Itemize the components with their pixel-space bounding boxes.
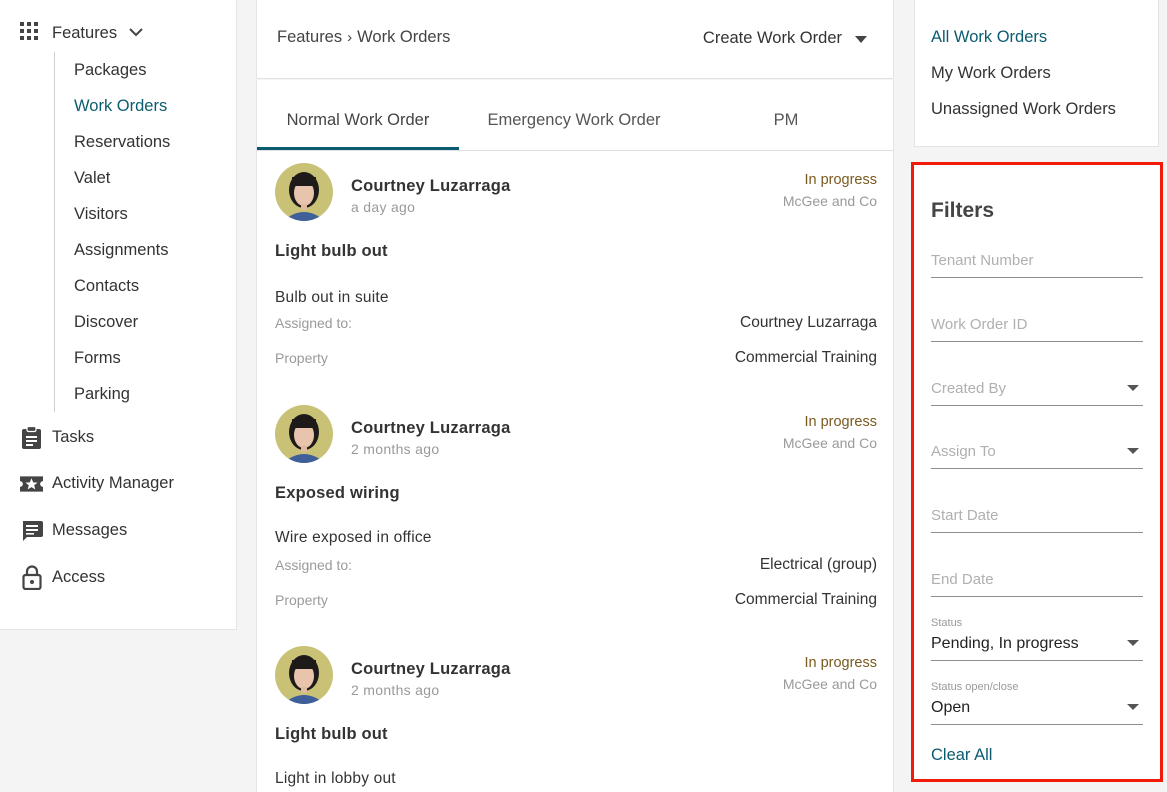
work-order-tabs: Normal Work Order Emergency Work Order P… (257, 80, 893, 151)
clear-all-button[interactable]: Clear All (931, 746, 992, 765)
grid-icon (20, 21, 38, 45)
tab-normal-work-order[interactable]: Normal Work Order (257, 80, 459, 150)
create-work-order-label: Create Work Order (702, 29, 842, 47)
work-order-title: Light bulb out (275, 725, 388, 743)
avatar (275, 163, 333, 221)
chat-icon (20, 518, 43, 543)
avatar (275, 646, 333, 704)
work-order-id-input[interactable]: Work Order ID (931, 311, 1143, 342)
assigned-to-value: Courtney Luzarraga (740, 314, 877, 331)
sidebar-item-label: Features (52, 23, 118, 42)
company-name: McGee and Co (782, 676, 877, 692)
clipboard-icon (20, 425, 43, 450)
view-all-work-orders[interactable]: All Work Orders (931, 28, 1047, 47)
breadcrumb-current: Work Orders (357, 28, 451, 46)
work-order-description: Wire exposed in office (275, 529, 432, 546)
sidebar-item-label: Access (52, 568, 106, 586)
status-open-close-value: Open (931, 699, 971, 716)
status-label: Status (931, 617, 963, 629)
sidebar-item-label: Activity Manager (52, 474, 174, 492)
created-time: 2 months ago (351, 441, 440, 457)
work-order-description: Light in lobby out (275, 770, 396, 787)
avatar (275, 405, 333, 463)
create-work-order-button[interactable]: Create Work Order (703, 29, 867, 48)
status-open-close-select[interactable]: Open (931, 694, 1143, 725)
tab-emergency-work-order[interactable]: Emergency Work Order (459, 80, 689, 150)
property-label: Property (275, 350, 328, 366)
created-by-select[interactable]: Created By (931, 375, 1143, 406)
end-date-placeholder: End Date (931, 571, 994, 588)
requester-name: Courtney Luzarraga (351, 660, 511, 678)
created-time: a day ago (351, 199, 416, 215)
tab-pm[interactable]: PM (689, 80, 883, 150)
sidebar: Features Packages Work Orders Reservatio… (0, 0, 237, 630)
star-ticket-icon (20, 471, 43, 496)
company-name: McGee and Co (782, 193, 877, 209)
assigned-to-label: Assigned to: (275, 557, 353, 573)
start-date-placeholder: Start Date (931, 507, 999, 524)
sidebar-item-reservations[interactable]: Reservations (55, 124, 225, 160)
sidebar-item-visitors[interactable]: Visitors (55, 196, 225, 232)
status-badge: In progress (804, 172, 877, 188)
work-order-description: Bulb out in suite (275, 289, 389, 306)
filters-panel: Filters Tenant Number Work Order ID Crea… (911, 162, 1163, 782)
filters-title: Filters (931, 199, 995, 222)
requester-name: Courtney Luzarraga (351, 177, 511, 195)
created-time: 2 months ago (351, 682, 440, 698)
status-value: Pending, In progress (931, 635, 1079, 652)
tenant-number-placeholder: Tenant Number (931, 252, 1034, 269)
sidebar-item-assignments[interactable]: Assignments (55, 232, 225, 268)
work-order-views: All Work Orders My Work Orders Unassigne… (914, 0, 1159, 147)
property-value: Commercial Training (734, 349, 877, 366)
chevron-right-icon: › (347, 29, 353, 46)
view-unassigned-work-orders[interactable]: Unassigned Work Orders (931, 100, 1116, 119)
dropdown-arrow-icon (1127, 704, 1139, 710)
property-label: Property (275, 592, 328, 608)
assign-to-select[interactable]: Assign To (931, 438, 1143, 469)
dropdown-arrow-icon (1127, 448, 1139, 454)
sidebar-item-features[interactable]: Features (20, 20, 143, 46)
sidebar-item-discover[interactable]: Discover (55, 304, 225, 340)
sidebar-item-work-orders[interactable]: Work Orders (55, 88, 225, 124)
dropdown-arrow-icon (1127, 640, 1139, 646)
company-name: McGee and Co (782, 435, 877, 451)
start-date-input[interactable]: Start Date (931, 502, 1143, 533)
sidebar-item-access[interactable]: Access (20, 565, 105, 590)
sidebar-item-label: Messages (52, 521, 128, 539)
sidebar-item-valet[interactable]: Valet (55, 160, 225, 196)
dropdown-arrow-icon (1127, 385, 1139, 391)
property-value: Commercial Training (734, 591, 877, 608)
assigned-to-value: Electrical (group) (759, 556, 877, 573)
lock-icon (20, 565, 43, 590)
work-order-title: Exposed wiring (275, 484, 400, 502)
view-my-work-orders[interactable]: My Work Orders (931, 64, 1051, 83)
status-badge: In progress (804, 414, 877, 430)
chevron-down-icon[interactable] (129, 24, 143, 42)
sidebar-item-parking[interactable]: Parking (55, 376, 225, 412)
sidebar-item-activity-manager[interactable]: Activity Manager (20, 471, 174, 496)
sidebar-item-forms[interactable]: Forms (55, 340, 225, 376)
sidebar-item-packages[interactable]: Packages (55, 52, 225, 88)
work-order-id-placeholder: Work Order ID (931, 316, 1028, 333)
work-order-list: Normal Work Order Emergency Work Order P… (256, 80, 894, 792)
assigned-to-label: Assigned to: (275, 315, 353, 331)
status-select[interactable]: Pending, In progress (931, 630, 1143, 661)
status-open-close-label: Status open/close (931, 681, 1019, 693)
sidebar-item-contacts[interactable]: Contacts (55, 268, 225, 304)
sidebar-item-tasks[interactable]: Tasks (20, 425, 94, 450)
end-date-input[interactable]: End Date (931, 566, 1143, 597)
requester-name: Courtney Luzarraga (351, 419, 511, 437)
breadcrumb-root[interactable]: Features (277, 28, 342, 47)
work-order-title: Light bulb out (275, 242, 388, 260)
features-submenu: Packages Work Orders Reservations Valet … (54, 52, 225, 412)
page-header: Features › Work Orders Create Work Order (256, 0, 894, 79)
tenant-number-input[interactable]: Tenant Number (931, 247, 1143, 278)
breadcrumb: Features › Work Orders (277, 28, 450, 47)
created-by-placeholder: Created By (931, 380, 1007, 397)
sidebar-item-messages[interactable]: Messages (20, 518, 127, 543)
status-badge: In progress (804, 655, 877, 671)
sidebar-item-label: Tasks (52, 428, 95, 446)
caret-down-icon (855, 29, 867, 48)
assign-to-placeholder: Assign To (931, 443, 996, 460)
